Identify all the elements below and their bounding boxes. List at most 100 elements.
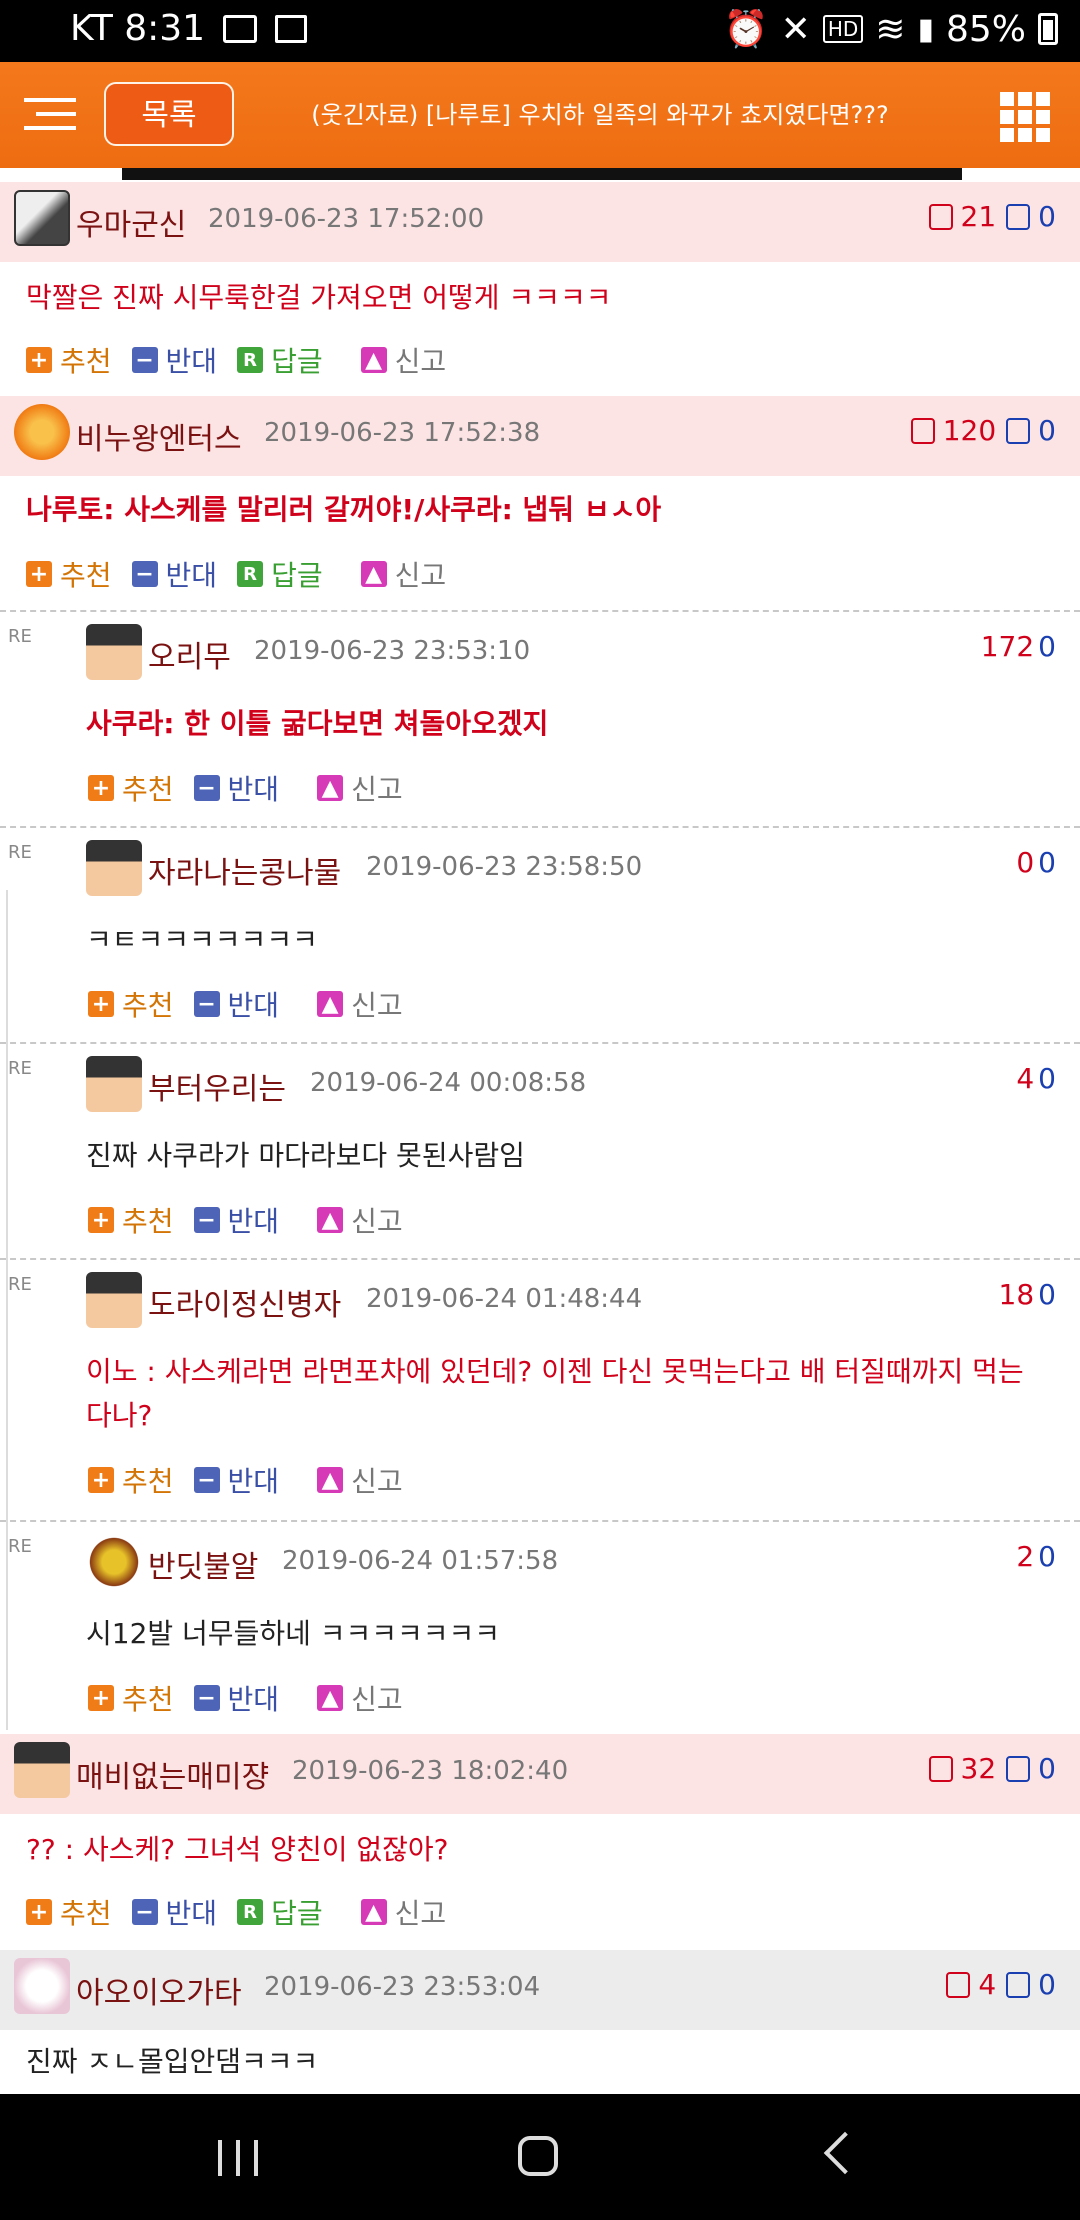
comment-author[interactable]: 비누왕엔터스 bbox=[76, 414, 242, 458]
avatar[interactable] bbox=[14, 190, 70, 246]
reply-author[interactable]: 부터우리는 bbox=[148, 1064, 286, 1108]
oppose-button[interactable]: − 반대 bbox=[193, 1678, 279, 1718]
vote-counts: 21 0 bbox=[928, 200, 1056, 233]
recommend-button[interactable]: + 추천 bbox=[88, 1460, 174, 1500]
comment-date: 2019-06-23 23:53:04 bbox=[264, 1972, 541, 2002]
reply-arrow-icon: RE bbox=[8, 626, 32, 647]
comment-text: ?? : 사스케? 그녀석 양친이 없잖아? bbox=[26, 1833, 449, 1866]
reply-actions: + 추천 − 반대 ▲ 신고 bbox=[88, 984, 403, 1024]
avatar[interactable] bbox=[14, 404, 70, 460]
recommend-button[interactable]: + 추천 bbox=[88, 1678, 174, 1718]
reply-text: 진짜 사쿠라가 마다라보다 못된사람임 bbox=[86, 1139, 525, 1172]
plus-icon: + bbox=[88, 1685, 114, 1711]
report-button[interactable]: ▲ 신고 bbox=[317, 1200, 403, 1240]
comment: 매비없는매미쟝 2019-06-23 18:02:40 32 0 ?? : 사스… bbox=[0, 1734, 1080, 1942]
oppose-button[interactable]: − 반대 bbox=[193, 984, 279, 1024]
reply-author[interactable]: 오리무 bbox=[148, 632, 231, 676]
oppose-button[interactable]: − 반대 bbox=[131, 1892, 217, 1932]
signal-icon: ▮ bbox=[917, 11, 934, 47]
vote-counts: 4 0 bbox=[946, 1968, 1056, 2001]
back-icon[interactable] bbox=[823, 2131, 867, 2175]
recommend-button[interactable]: + 추천 bbox=[88, 768, 174, 808]
recommend-button[interactable]: + 추천 bbox=[26, 554, 112, 594]
apps-grid-icon[interactable] bbox=[1000, 92, 1050, 142]
report-button[interactable]: ▲ 신고 bbox=[317, 1678, 403, 1718]
reply-actions: + 추천 − 반대 ▲ 신고 bbox=[88, 768, 403, 808]
comment-author[interactable]: 우마군신 bbox=[76, 200, 186, 244]
avatar[interactable] bbox=[14, 1742, 70, 1798]
recent-apps-icon[interactable] bbox=[218, 2140, 258, 2176]
vote-counts: 2 0 bbox=[1016, 1540, 1056, 1573]
reply-text: 시12발 너무들하네 ㅋㅋㅋㅋㅋㅋㅋ bbox=[86, 1617, 501, 1650]
reply-button[interactable]: R 답글 bbox=[237, 1892, 323, 1932]
reply-arrow-icon: RE bbox=[8, 842, 32, 863]
avatar[interactable] bbox=[86, 1534, 142, 1590]
list-button[interactable]: 목록 bbox=[104, 82, 234, 146]
recommend-button[interactable]: + 추천 bbox=[26, 340, 112, 380]
report-icon: ▲ bbox=[317, 775, 344, 801]
reply: RE 자라나는콩나물 2019-06-23 23:58:50 0 0 ㅋㅌㅋㅋㅋ… bbox=[0, 828, 1080, 1040]
reply-button[interactable]: R 답글 bbox=[237, 554, 323, 594]
thumbs-up-icon bbox=[928, 1755, 953, 1782]
screen-search-icon bbox=[275, 14, 308, 43]
reply-author[interactable]: 자라나는콩나물 bbox=[148, 848, 341, 892]
report-button[interactable]: ▲ 신고 bbox=[317, 768, 403, 808]
avatar[interactable] bbox=[14, 1958, 70, 2014]
report-button[interactable]: ▲ 신고 bbox=[360, 554, 446, 594]
minus-icon: − bbox=[131, 347, 158, 373]
comment-author[interactable]: 매비없는매미쟝 bbox=[76, 1752, 269, 1796]
recommend-button[interactable]: + 추천 bbox=[88, 984, 174, 1024]
minus-icon: − bbox=[193, 1467, 220, 1493]
carrier-time: KT 8:31 bbox=[70, 8, 206, 49]
minus-icon: − bbox=[193, 775, 220, 801]
report-button[interactable]: ▲ 신고 bbox=[360, 340, 446, 380]
home-icon[interactable] bbox=[518, 2136, 558, 2176]
minus-icon: − bbox=[193, 1207, 220, 1233]
report-icon: ▲ bbox=[317, 991, 344, 1017]
reply-date: 2019-06-23 23:58:50 bbox=[366, 852, 643, 882]
comment: 비누왕엔터스 2019-06-23 17:52:38 120 0 나루토: 사스… bbox=[0, 396, 1080, 604]
thumbs-down-icon bbox=[1006, 417, 1031, 444]
reply-actions: + 추천 − 반대 ▲ 신고 bbox=[88, 1678, 403, 1718]
reply-text: ㅋㅌㅋㅋㅋㅋㅋㅋㅋ bbox=[86, 923, 318, 956]
reply: RE 도라이정신병자 2019-06-24 01:48:44 18 0 이노 :… bbox=[0, 1260, 1080, 1520]
recommend-button[interactable]: + 추천 bbox=[88, 1200, 174, 1240]
oppose-button[interactable]: − 반대 bbox=[193, 768, 279, 808]
comment: 우마군신 2019-06-23 17:52:00 21 0 막짤은 진짜 시무룩… bbox=[0, 182, 1080, 390]
oppose-button[interactable]: − 반대 bbox=[131, 340, 217, 380]
vote-counts: 0 0 bbox=[1016, 846, 1056, 879]
reply-author[interactable]: 반딧불알 bbox=[148, 1542, 258, 1586]
report-button[interactable]: ▲ 신고 bbox=[317, 1460, 403, 1500]
hamburger-menu-icon[interactable] bbox=[24, 98, 76, 132]
recommend-button[interactable]: + 추천 bbox=[26, 1892, 112, 1932]
reply-author[interactable]: 도라이정신병자 bbox=[148, 1280, 341, 1324]
avatar[interactable] bbox=[86, 840, 142, 896]
plus-icon: + bbox=[88, 1207, 114, 1233]
avatar[interactable] bbox=[86, 1272, 142, 1328]
oppose-button[interactable]: − 반대 bbox=[131, 554, 217, 594]
page-title: (웃긴자료) [나루토] 우치하 일족의 와꾸가 쵸지였다면??? bbox=[311, 101, 889, 129]
reply: RE 오리무 2019-06-23 23:53:10 172 0 사쿠라: 한 … bbox=[0, 612, 1080, 824]
thumbs-down-icon bbox=[1006, 1971, 1031, 1998]
vote-counts: 120 0 bbox=[910, 414, 1056, 447]
comment-text: 진짜 ㅈㄴ몰입안댐ㅋㅋㅋ bbox=[26, 2045, 319, 2078]
oppose-button[interactable]: − 반대 bbox=[193, 1200, 279, 1240]
reply-text: 이노 : 사스케라면 라면포차에 있던데? 이젠 다신 못먹는다고 배 터질때까… bbox=[86, 1355, 1024, 1432]
alarm-icon: ⏰ bbox=[723, 9, 769, 50]
report-icon: ▲ bbox=[360, 561, 387, 587]
comment-date: 2019-06-23 18:02:40 bbox=[292, 1756, 569, 1786]
comment-header: 우마군신 2019-06-23 17:52:00 21 0 bbox=[0, 182, 1080, 262]
oppose-button[interactable]: − 반대 bbox=[193, 1460, 279, 1500]
reply-arrow-icon: RE bbox=[8, 1058, 32, 1079]
reply-button[interactable]: R 답글 bbox=[237, 340, 323, 380]
report-button[interactable]: ▲ 신고 bbox=[317, 984, 403, 1024]
app-header: 목록 (웃긴자료) [나루토] 우치하 일족의 와꾸가 쵸지였다면??? bbox=[0, 62, 1080, 168]
avatar[interactable] bbox=[86, 1056, 142, 1112]
reply-date: 2019-06-23 23:53:10 bbox=[254, 636, 531, 666]
avatar[interactable] bbox=[86, 624, 142, 680]
reply-arrow-icon: RE bbox=[8, 1274, 32, 1295]
comment-author[interactable]: 아오이오가타 bbox=[76, 1968, 242, 2012]
hd-icon: HD bbox=[822, 15, 864, 43]
report-button[interactable]: ▲ 신고 bbox=[360, 1892, 446, 1932]
report-icon: ▲ bbox=[317, 1685, 344, 1711]
